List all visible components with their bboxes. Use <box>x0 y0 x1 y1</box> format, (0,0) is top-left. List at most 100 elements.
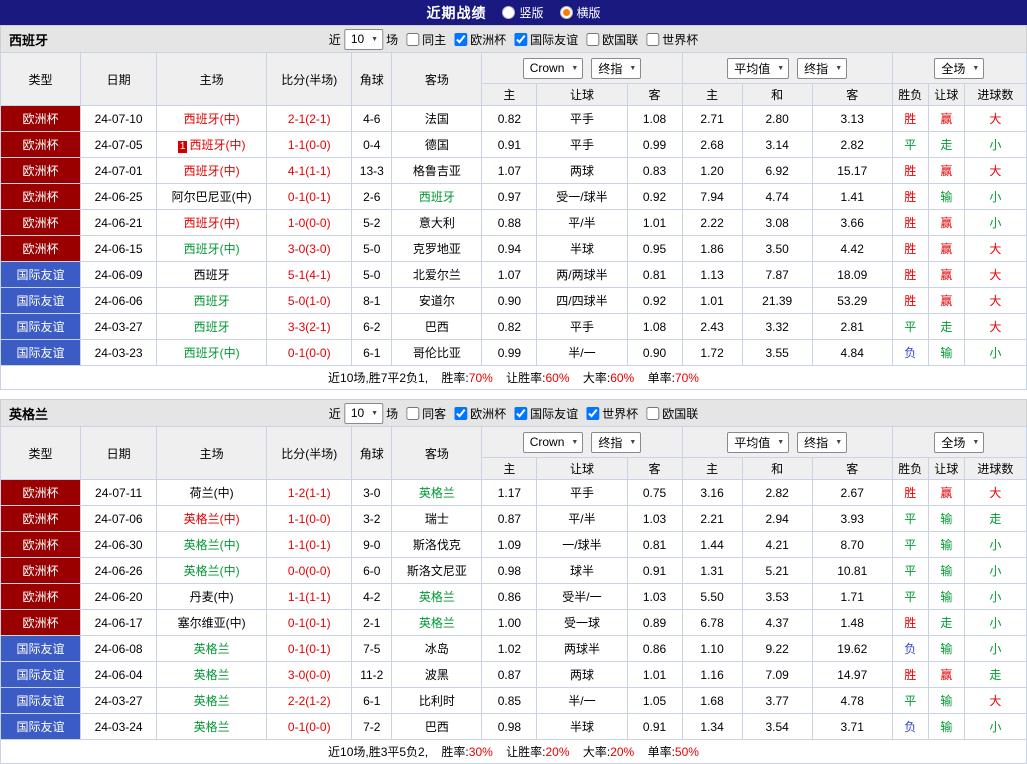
match-count-select[interactable]: 10 ▼ <box>343 402 384 424</box>
away-team[interactable]: 意大利 <box>391 209 483 236</box>
chevron-down-icon: ▼ <box>629 64 637 72</box>
away-team[interactable]: 法国 <box>391 105 483 132</box>
away-odds: 0.90 <box>626 339 683 366</box>
league-checkbox[interactable] <box>514 32 528 46</box>
league-checkbox[interactable] <box>586 406 600 420</box>
same-venue-checkbox[interactable] <box>406 32 420 46</box>
away-team[interactable]: 德国 <box>391 131 483 158</box>
home-team[interactable]: 西班牙(中) <box>156 105 268 132</box>
home-team[interactable]: 西班牙 <box>156 261 268 288</box>
away-team[interactable]: 安道尔 <box>391 287 483 314</box>
league-checkbox[interactable] <box>586 32 600 46</box>
bookmaker-select[interactable]: Crown ▼ <box>522 57 584 79</box>
match-count-select[interactable]: 10 ▼ <box>343 28 384 50</box>
score[interactable]: 1-1(0-1) <box>266 531 353 558</box>
home-team[interactable]: 西班牙 <box>156 313 268 340</box>
away-team[interactable]: 巴西 <box>391 713 483 740</box>
away-team[interactable]: 格鲁吉亚 <box>391 157 483 184</box>
away-team[interactable]: 哥伦比亚 <box>391 339 483 366</box>
away-team[interactable]: 北爱尔兰 <box>391 261 483 288</box>
away-team[interactable]: 瑞士 <box>391 505 483 532</box>
league-filter[interactable]: 世界杯 <box>641 31 698 48</box>
league-checkbox[interactable] <box>646 406 660 420</box>
score[interactable]: 1-1(0-0) <box>266 131 353 158</box>
result-handicap: 赢 <box>927 261 965 288</box>
score[interactable]: 0-1(0-1) <box>266 183 353 210</box>
home-team[interactable]: 西班牙(中) <box>156 209 268 236</box>
league-filter[interactable]: 国际友谊 <box>509 31 578 48</box>
scope-select[interactable]: 全场 ▼ <box>934 431 985 453</box>
home-team[interactable]: 丹麦(中) <box>156 583 268 610</box>
scope-select[interactable]: 全场 ▼ <box>934 57 985 79</box>
score[interactable]: 0-1(0-1) <box>266 609 353 636</box>
score[interactable]: 1-2(1-1) <box>266 479 353 506</box>
home-team[interactable]: 西班牙(中) <box>156 339 268 366</box>
odds-stage-select[interactable]: 终指 ▼ <box>591 431 642 453</box>
same-venue-filter[interactable]: 同主 <box>401 31 446 48</box>
score[interactable]: 3-0(0-0) <box>266 661 353 688</box>
away-team[interactable]: 比利时 <box>391 687 483 714</box>
average-select[interactable]: 平均值 ▼ <box>727 431 790 453</box>
away-team[interactable]: 克罗地亚 <box>391 235 483 262</box>
league-checkbox[interactable] <box>454 406 468 420</box>
league-checkbox[interactable] <box>514 406 528 420</box>
avg-stage-select[interactable]: 终指 ▼ <box>797 57 848 79</box>
score[interactable]: 3-3(2-1) <box>266 313 353 340</box>
away-team[interactable]: 西班牙 <box>391 183 483 210</box>
away-team[interactable]: 斯洛文尼亚 <box>391 557 483 584</box>
league-checkbox[interactable] <box>646 32 660 46</box>
bookmaker-select[interactable]: Crown ▼ <box>522 431 584 453</box>
home-team[interactable]: 英格兰(中) <box>156 557 268 584</box>
league-filter[interactable]: 欧国联 <box>581 31 638 48</box>
average-select[interactable]: 平均值 ▼ <box>727 57 790 79</box>
away-team[interactable]: 巴西 <box>391 313 483 340</box>
league-filter[interactable]: 欧洲杯 <box>449 405 506 422</box>
home-team[interactable]: 英格兰(中) <box>156 505 268 532</box>
layout-option-horizontal[interactable]: 横版 <box>559 4 601 21</box>
same-venue-checkbox[interactable] <box>406 406 420 420</box>
home-team[interactable]: 英格兰(中) <box>156 531 268 558</box>
layout-option-vertical[interactable]: 竖版 <box>502 4 544 21</box>
home-team[interactable]: 西班牙(中) <box>156 235 268 262</box>
score[interactable]: 4-1(1-1) <box>266 157 353 184</box>
home-team[interactable]: 塞尔维亚(中) <box>156 609 268 636</box>
home-team[interactable]: 英格兰 <box>156 713 268 740</box>
home-team[interactable]: 荷兰(中) <box>156 479 268 506</box>
home-team[interactable]: 英格兰 <box>156 661 268 688</box>
league-filter[interactable]: 国际友谊 <box>509 405 578 422</box>
league-checkbox[interactable] <box>454 32 468 46</box>
league-filter[interactable]: 欧洲杯 <box>449 31 506 48</box>
league-filter[interactable]: 世界杯 <box>581 405 638 422</box>
home-team[interactable]: 西班牙(中) <box>156 157 268 184</box>
home-team[interactable]: 西班牙 <box>156 287 268 314</box>
odds-stage-select[interactable]: 终指 ▼ <box>591 57 642 79</box>
away-team[interactable]: 英格兰 <box>391 609 483 636</box>
home-team[interactable]: 1 西班牙(中) <box>156 131 268 158</box>
score[interactable]: 1-1(1-1) <box>266 583 353 610</box>
home-team[interactable]: 英格兰 <box>156 687 268 714</box>
score[interactable]: 0-1(0-0) <box>266 339 353 366</box>
home-team[interactable]: 英格兰 <box>156 635 268 662</box>
radio-icon[interactable] <box>559 6 573 19</box>
home-team[interactable]: 阿尔巴尼亚(中) <box>156 183 268 210</box>
score[interactable]: 1-1(0-0) <box>266 505 353 532</box>
same-venue-filter[interactable]: 同客 <box>401 405 446 422</box>
league-filter[interactable]: 欧国联 <box>641 405 698 422</box>
away-team[interactable]: 英格兰 <box>391 479 483 506</box>
score[interactable]: 2-2(1-2) <box>266 687 353 714</box>
score[interactable]: 0-1(0-0) <box>266 713 353 740</box>
away-team[interactable]: 冰岛 <box>391 635 483 662</box>
score[interactable]: 5-0(1-0) <box>266 287 353 314</box>
avg-home-odds: 1.34 <box>681 713 743 740</box>
score[interactable]: 5-1(4-1) <box>266 261 353 288</box>
away-team[interactable]: 英格兰 <box>391 583 483 610</box>
score[interactable]: 1-0(0-0) <box>266 209 353 236</box>
score[interactable]: 2-1(2-1) <box>266 105 353 132</box>
score[interactable]: 0-0(0-0) <box>266 557 353 584</box>
score[interactable]: 3-0(3-0) <box>266 235 353 262</box>
away-team[interactable]: 波黑 <box>391 661 483 688</box>
score[interactable]: 0-1(0-1) <box>266 635 353 662</box>
avg-stage-select[interactable]: 终指 ▼ <box>797 431 848 453</box>
away-team[interactable]: 斯洛伐克 <box>391 531 483 558</box>
radio-icon[interactable] <box>502 6 516 19</box>
